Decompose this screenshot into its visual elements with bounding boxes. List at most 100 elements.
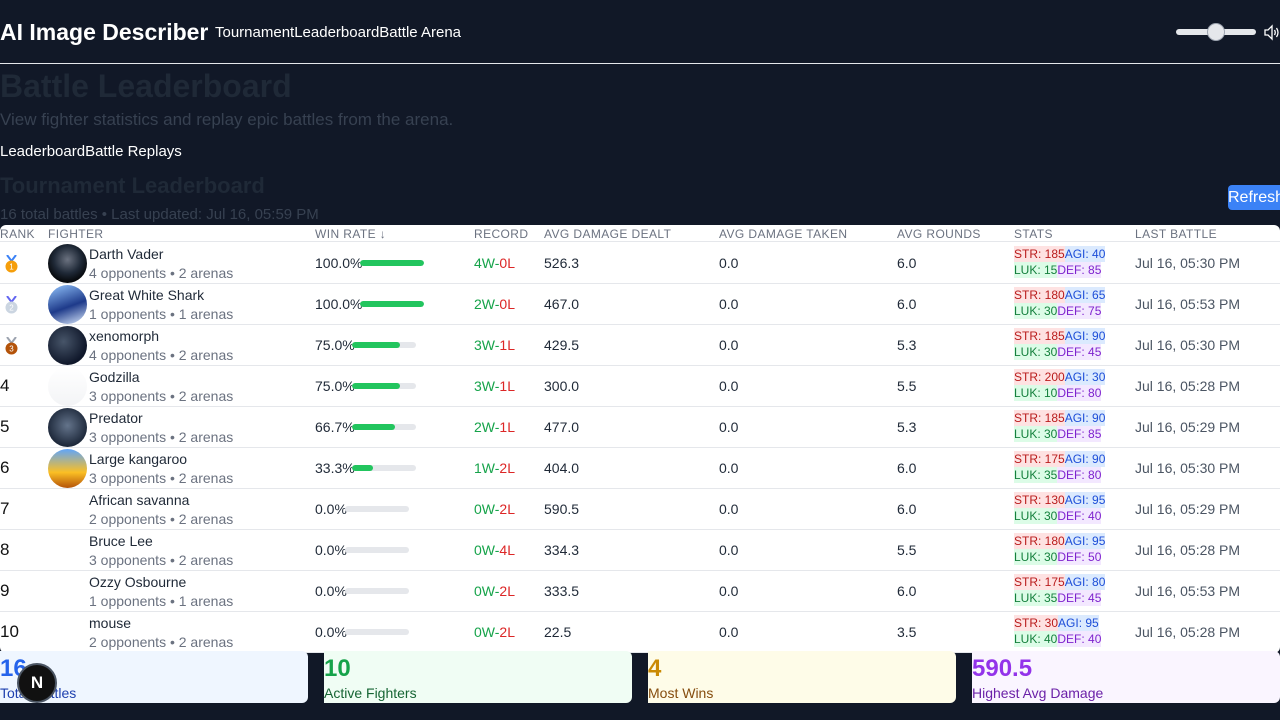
stat-str: STR: 130 [1014, 492, 1065, 508]
table-row[interactable]: 9 Ozzy Osbourne 1 opponents • 1 arenas 0.0%… [0, 571, 1280, 612]
col-record[interactable]: RECORD [474, 227, 528, 241]
last-battle: Jul 16, 05:29 PM [1135, 419, 1241, 435]
app-brand[interactable]: AI Image Describer [0, 19, 208, 46]
record: 0W-2L [474, 583, 515, 599]
gold-medal-icon: 1 [5, 255, 18, 273]
stat-luk: LUK: 35 [1014, 467, 1058, 483]
table-row[interactable]: 5 Predator 3 opponents • 2 arenas 66.7% 2W-1… [0, 407, 1280, 448]
page-title: Battle Leaderboard [0, 68, 292, 104]
win-rate-bar-fill [360, 260, 424, 266]
medal-number: 3 [9, 345, 14, 354]
fighter-summary: 3 opponents • 2 arenas [89, 429, 234, 445]
fighter-stats: STR: 30 AGI: 95 LUK: 40 DEF: 40 [1014, 615, 1102, 647]
stat-luk: LUK: 30 [1014, 303, 1058, 319]
tab-leaderboard[interactable]: Leaderboard [0, 143, 85, 160]
last-battle: Jul 16, 05:29 PM [1135, 501, 1241, 517]
stat-def: DEF: 80 [1057, 467, 1102, 483]
volume-slider-thumb[interactable] [1207, 23, 1225, 41]
volume-slider[interactable] [1176, 23, 1256, 41]
refresh-button[interactable]: Refresh [1228, 185, 1280, 210]
col-avg-damage-dealt[interactable]: AVG DAMAGE DEALT [544, 227, 671, 241]
record-losses: 2L [499, 501, 515, 517]
avg-rounds: 5.5 [897, 378, 917, 394]
col-rank[interactable]: RANK [0, 227, 35, 241]
last-battle: Jul 16, 05:30 PM [1135, 255, 1241, 271]
section-meta: 16 total battles • Last updated: Jul 16,… [0, 206, 319, 223]
avg-damage-dealt: 526.3 [544, 255, 580, 271]
fighter-name[interactable]: Predator [89, 410, 143, 426]
volume-icon[interactable] [1263, 24, 1280, 41]
table-row[interactable]: 4 Godzilla 3 opponents • 2 arenas 75.0% 3W-1… [0, 366, 1280, 407]
win-rate-value: 0.0% [315, 624, 347, 640]
win-rate-bar-fill [352, 424, 395, 430]
stat-str: STR: 180 [1014, 533, 1065, 549]
fighter-name[interactable]: Large kangaroo [89, 451, 187, 467]
fighter-name[interactable]: Godzilla [89, 369, 140, 385]
active-fighters-card: 10 Active Fighters [324, 651, 632, 703]
col-avg-rounds[interactable]: AVG ROUNDS [897, 227, 981, 241]
avg-rounds: 6.0 [897, 460, 917, 476]
last-battle: Jul 16, 05:28 PM [1135, 378, 1241, 394]
tab-battle-replays[interactable]: Battle Replays [85, 143, 182, 160]
last-battle: Jul 16, 05:28 PM [1135, 624, 1241, 640]
stat-agi: AGI: 95 [1058, 615, 1099, 631]
fighter-name[interactable]: mouse [89, 615, 131, 631]
avg-rounds: 6.0 [897, 583, 917, 599]
stat-str: STR: 180 [1014, 287, 1065, 303]
table-row[interactable]: 3 xenomorph 4 opponents • 2 arenas 75.0% 3W… [0, 325, 1280, 366]
page-subtitle: View fighter statistics and replay epic … [0, 110, 454, 129]
avg-rounds: 5.3 [897, 419, 917, 435]
col-stats[interactable]: STATS [1014, 227, 1053, 241]
record-losses: 1L [499, 419, 515, 435]
stat-luk: LUK: 30 [1014, 426, 1058, 442]
win-rate-bar-fill [352, 465, 374, 471]
stat-agi: AGI: 90 [1064, 451, 1106, 467]
avg-damage-taken: 0.0 [719, 542, 739, 558]
stat-agi: AGI: 95 [1064, 533, 1106, 549]
fighter-name[interactable]: Darth Vader [89, 246, 163, 262]
fighter-avatar [48, 367, 87, 406]
fighter-name[interactable]: Ozzy Osbourne [89, 574, 186, 590]
record-losses: 0L [499, 255, 515, 271]
stat-agi: AGI: 95 [1064, 492, 1106, 508]
col-fighter[interactable]: FIGHTER [48, 227, 103, 241]
fighter-summary: 3 opponents • 2 arenas [89, 552, 234, 568]
table-row[interactable]: 8 Bruce Lee 3 opponents • 2 arenas 0.0% 0W-4… [0, 530, 1280, 571]
record: 2W-1L [474, 419, 515, 435]
stat-str: STR: 30 [1014, 615, 1059, 631]
nav-battle-arena[interactable]: Battle Arena [379, 24, 461, 41]
win-rate-value: 33.3% [315, 460, 355, 476]
table-row[interactable]: 7 African savanna 2 opponents • 2 arenas 0.… [0, 489, 1280, 530]
win-rate-bar-fill [352, 342, 400, 348]
col-win-rate[interactable]: WIN RATE ↓ [315, 227, 386, 241]
record-losses: 1L [499, 378, 515, 394]
rank-number: 5 [0, 417, 10, 436]
rank-number: 9 [0, 581, 10, 600]
bronze-medal-icon: 3 [5, 337, 18, 355]
stat-str: STR: 175 [1014, 574, 1065, 590]
stat-luk: LUK: 30 [1014, 508, 1058, 524]
stat-agi: AGI: 80 [1064, 574, 1106, 590]
nav-tournament[interactable]: Tournament [215, 24, 294, 41]
table-row[interactable]: 2 Great White Shark 1 opponents • 1 arena… [0, 284, 1280, 325]
avg-damage-taken: 0.0 [719, 337, 739, 353]
n-badge-icon[interactable]: N [17, 663, 57, 703]
avg-damage-dealt: 477.0 [544, 419, 580, 435]
nav-leaderboard[interactable]: Leaderboard [294, 24, 379, 41]
table-row[interactable]: 6 Large kangaroo 3 opponents • 2 arenas 33.… [0, 448, 1280, 489]
col-last-battle[interactable]: LAST BATTLE [1135, 227, 1217, 241]
stat-agi: AGI: 90 [1064, 410, 1106, 426]
fighter-name[interactable]: African savanna [89, 492, 189, 508]
table-row[interactable]: 1 Darth Vader 4 opponents • 2 arenas 100.0… [0, 243, 1280, 284]
col-avg-damage-taken[interactable]: AVG DAMAGE TAKEN [719, 227, 847, 241]
avg-rounds: 6.0 [897, 501, 917, 517]
win-rate-bar [352, 342, 416, 348]
fighter-avatar [48, 285, 87, 324]
last-battle: Jul 16, 05:53 PM [1135, 583, 1241, 599]
fighter-name[interactable]: xenomorph [89, 328, 159, 344]
fighter-name[interactable]: Bruce Lee [89, 533, 153, 549]
table-row[interactable]: 10 mouse 2 opponents • 2 arenas 0.0% 0W-2L 22… [0, 612, 1280, 653]
avg-damage-taken: 0.0 [719, 583, 739, 599]
fighter-summary: 4 opponents • 2 arenas [89, 265, 234, 281]
fighter-name[interactable]: Great White Shark [89, 287, 204, 303]
